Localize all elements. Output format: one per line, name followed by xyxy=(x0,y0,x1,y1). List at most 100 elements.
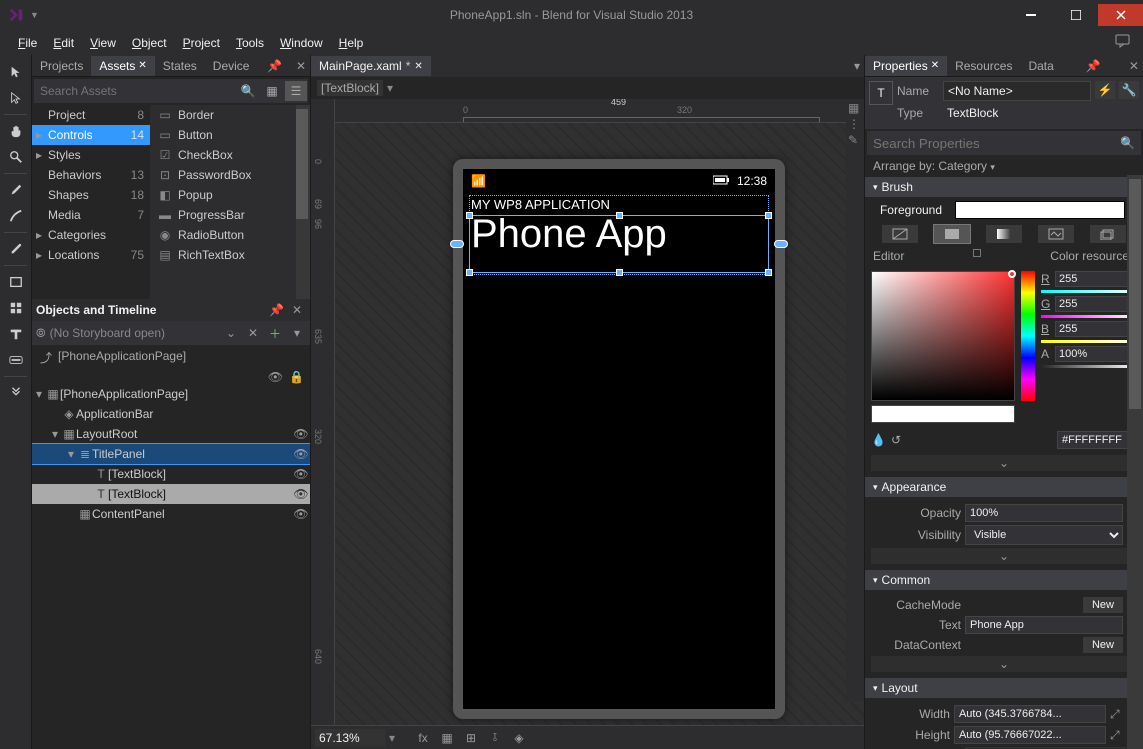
assets-cat-project[interactable]: Project8 xyxy=(32,105,150,125)
doc-tab-mainpage[interactable]: MainPage.xaml* ✕ xyxy=(311,56,431,76)
solid-brush-tab[interactable] xyxy=(934,225,970,243)
menu-file[interactable]: File xyxy=(10,33,45,53)
expand-brush[interactable]: ⌄ xyxy=(871,455,1137,471)
assets-cat-styles[interactable]: ▸Styles xyxy=(32,145,150,165)
menu-edit[interactable]: Edit xyxy=(45,33,82,53)
a-input[interactable] xyxy=(1055,346,1137,362)
zoom-drop-icon[interactable]: ▾ xyxy=(389,731,395,745)
properties-search-input[interactable] xyxy=(867,136,1114,151)
annotations-toggle[interactable]: ◈ xyxy=(509,729,529,747)
name-field[interactable]: <No Name> xyxy=(943,81,1091,101)
properties-button[interactable]: 🔧 xyxy=(1119,81,1139,99)
grid-view-button[interactable]: ▦ xyxy=(261,81,283,101)
asset-item[interactable]: ☑CheckBox xyxy=(150,145,310,165)
r-input[interactable] xyxy=(1055,271,1137,287)
tab-projects[interactable]: Projects xyxy=(32,56,91,76)
snaplines-toggle[interactable]: ⫱ xyxy=(485,729,505,747)
expand-common[interactable]: ⌄ xyxy=(871,656,1137,672)
visibility-toggle[interactable]: 👁 xyxy=(292,447,310,461)
effects-toggle[interactable]: fx xyxy=(413,729,433,747)
asset-item[interactable]: ▭Button xyxy=(150,125,310,145)
breadcrumb-item[interactable]: [TextBlock] xyxy=(317,80,383,96)
reset-icon[interactable]: ⤢ xyxy=(1110,728,1124,743)
events-button[interactable]: ⚡ xyxy=(1095,81,1115,99)
tab-data[interactable]: Data xyxy=(1020,56,1061,76)
close-panel-icon[interactable]: ✕ xyxy=(1125,59,1143,73)
close-panel-icon[interactable]: ✕ xyxy=(292,59,310,73)
scope-indicator[interactable]: ⤴ [PhoneApplicationPage] xyxy=(32,345,310,370)
close-tab-icon[interactable]: ✕ xyxy=(138,60,146,71)
menu-view[interactable]: View xyxy=(82,33,124,53)
storyboard-close-icon[interactable]: ✕ xyxy=(244,326,262,340)
close-icon[interactable]: ✕ xyxy=(288,303,306,317)
assets-cat-media[interactable]: Media7 xyxy=(32,205,150,225)
zoom-level[interactable]: 67.13% xyxy=(315,729,385,747)
close-tab-icon[interactable]: ✕ xyxy=(414,61,422,72)
tile-brush-tab[interactable] xyxy=(1038,225,1074,243)
app-menu-chevron-icon[interactable]: ▼ xyxy=(30,10,39,20)
storyboard-new-icon[interactable]: ＋ xyxy=(266,325,284,342)
hue-slider[interactable] xyxy=(1021,271,1035,401)
close-button[interactable] xyxy=(1098,4,1143,26)
cachemode-new-button[interactable]: New xyxy=(1083,597,1123,613)
grid-toggle[interactable]: ▦ xyxy=(437,729,457,747)
resource-brush-tab[interactable] xyxy=(1090,225,1126,243)
pin-icon[interactable]: 📌 xyxy=(263,59,286,73)
tab-device[interactable]: Device xyxy=(205,56,258,76)
minimize-button[interactable] xyxy=(1008,4,1053,26)
asset-item[interactable]: ▤RichTextBox xyxy=(150,245,310,265)
gradient-brush-tab[interactable] xyxy=(986,225,1022,243)
category-brush[interactable]: ▾Brush xyxy=(865,177,1143,197)
assets-search-input[interactable] xyxy=(34,84,236,98)
opacity-input[interactable] xyxy=(965,504,1123,522)
reset-icon[interactable]: ⤢ xyxy=(1110,707,1124,722)
button-tool[interactable] xyxy=(2,348,30,372)
assets-cat-locations[interactable]: ▸Locations75 xyxy=(32,245,150,265)
obj-phoneapppage[interactable]: ▾▦ [PhoneApplicationPage] xyxy=(32,384,310,404)
assets-cat-categories[interactable]: ▸Categories xyxy=(32,225,150,245)
eyedropper-icon[interactable]: 💧 xyxy=(871,433,887,447)
editor-marker[interactable] xyxy=(973,249,981,257)
b-input[interactable] xyxy=(1055,321,1137,337)
grid-tool[interactable] xyxy=(2,296,30,320)
asset-item[interactable]: ▭Border xyxy=(150,105,310,125)
visibility-toggle[interactable]: 👁 xyxy=(292,487,310,501)
text-tool[interactable] xyxy=(2,322,30,346)
obj-textblock1[interactable]: T [TextBlock] 👁 xyxy=(32,464,310,484)
search-icon[interactable]: 🔍 xyxy=(237,81,259,101)
menu-window[interactable]: Window xyxy=(272,33,331,53)
asset-item[interactable]: ⊡PasswordBox xyxy=(150,165,310,185)
no-brush-tab[interactable] xyxy=(882,225,918,243)
feedback-icon[interactable] xyxy=(1115,33,1135,53)
brush-tool[interactable] xyxy=(2,178,30,202)
eyedropper-tool[interactable] xyxy=(2,237,30,261)
close-tab-icon[interactable]: ✕ xyxy=(931,60,939,71)
asset-item[interactable]: ▬ProgressBar xyxy=(150,205,310,225)
scope-up-icon[interactable]: ⤴ xyxy=(40,349,52,366)
storyboard-options-icon[interactable]: ▾ xyxy=(288,326,306,340)
snap-toggle[interactable]: ⊞ xyxy=(461,729,481,747)
assets-cat-controls[interactable]: ▸Controls14 xyxy=(32,125,150,145)
zoom-tool[interactable] xyxy=(2,145,30,169)
scrollbar[interactable] xyxy=(296,105,310,299)
width-input[interactable] xyxy=(954,705,1106,723)
datacontext-new-button[interactable]: New xyxy=(1083,637,1123,653)
category-common[interactable]: ▾Common xyxy=(865,570,1143,590)
obj-titlepanel[interactable]: ▾≣ TitlePanel 👁 xyxy=(32,444,310,464)
search-icon[interactable]: 🔍 xyxy=(1114,136,1141,150)
maximize-button[interactable] xyxy=(1053,4,1098,26)
asset-item[interactable]: ◧Popup xyxy=(150,185,310,205)
tab-assets[interactable]: Assets✕ xyxy=(91,56,154,76)
obj-contentpanel[interactable]: ▦ ContentPanel 👁 xyxy=(32,504,310,524)
tab-states[interactable]: States xyxy=(155,56,205,76)
menu-help[interactable]: Help xyxy=(331,33,372,53)
obj-layoutroot[interactable]: ▾▦ LayoutRoot 👁 xyxy=(32,424,310,444)
menu-object[interactable]: Object xyxy=(124,33,175,53)
asset-item[interactable]: ◉RadioButton xyxy=(150,225,310,245)
storyboard-target-icon[interactable]: ⦾ xyxy=(36,326,46,341)
rectangle-tool[interactable] xyxy=(2,270,30,294)
category-layout[interactable]: ▾Layout xyxy=(865,678,1143,698)
breadcrumb-drop-icon[interactable]: ▾ xyxy=(387,81,393,95)
annotations-icon[interactable]: ✎ xyxy=(848,133,862,147)
list-view-button[interactable]: ☰ xyxy=(285,81,307,101)
